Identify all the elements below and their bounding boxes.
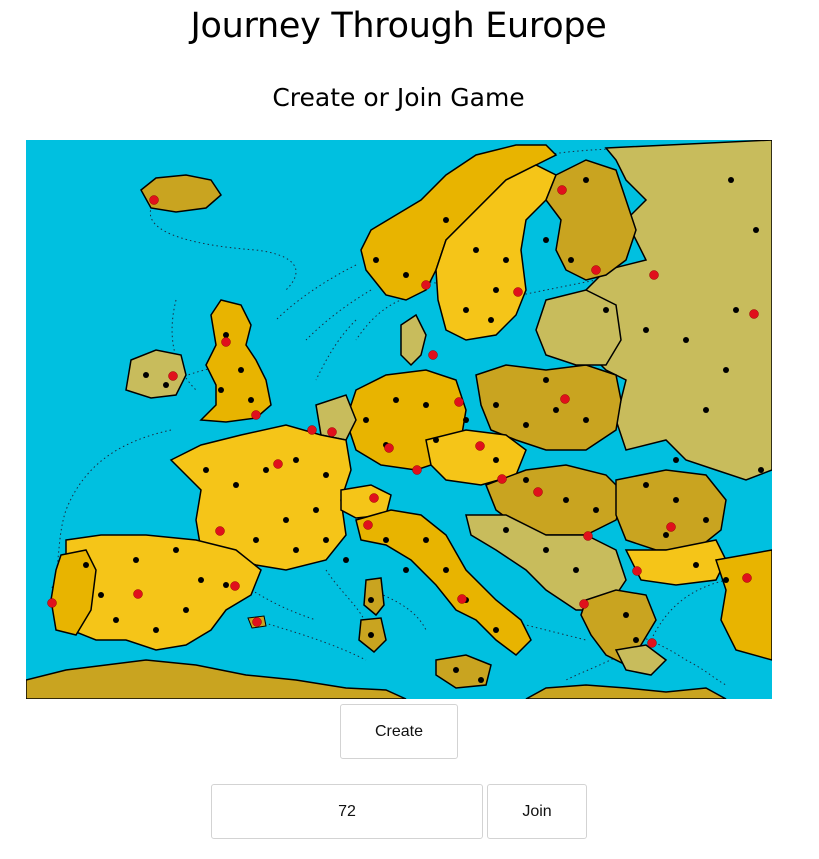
page-title: Journey Through Europe <box>190 6 607 46</box>
game-id-input[interactable] <box>211 784 483 839</box>
europe-map-icon <box>26 140 772 699</box>
page-subtitle: Create or Join Game <box>272 83 525 112</box>
join-button[interactable]: Join <box>487 784 587 839</box>
create-button[interactable]: Create <box>340 704 458 759</box>
